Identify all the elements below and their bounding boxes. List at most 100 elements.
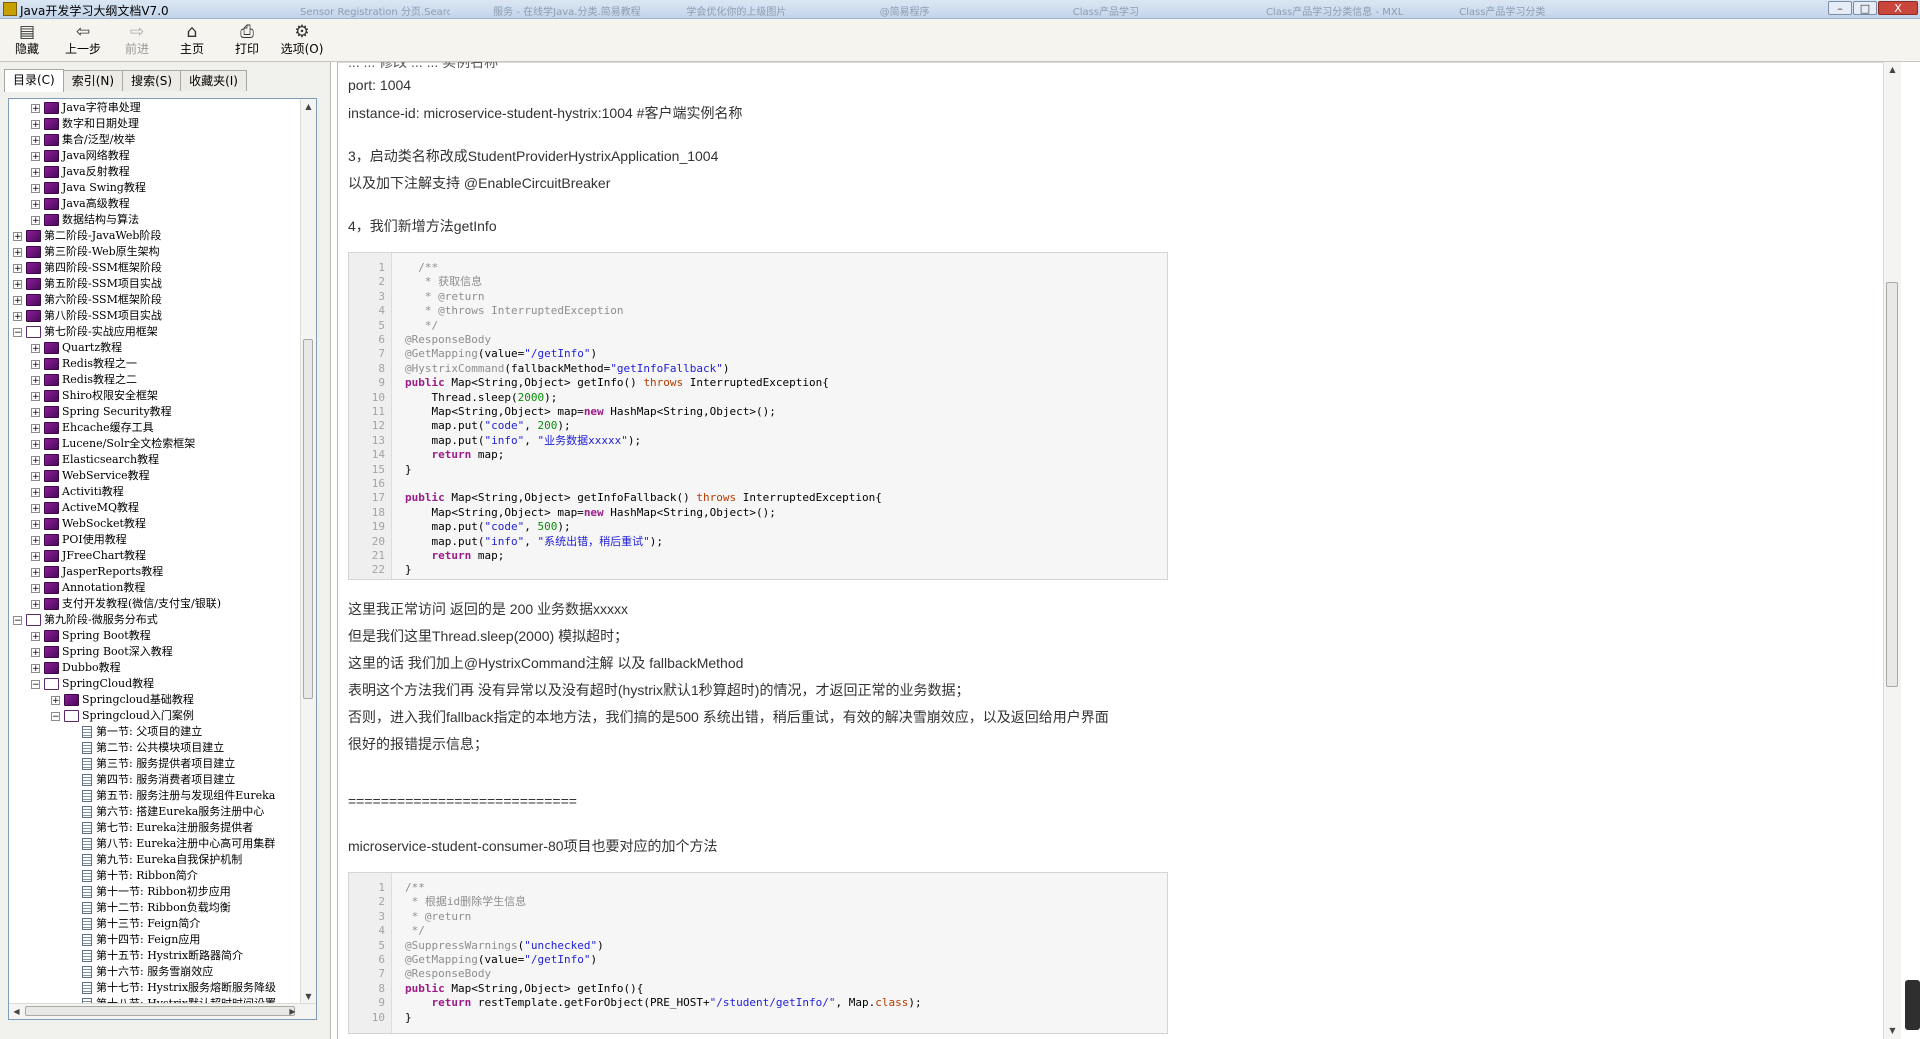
tree-item[interactable]: + Springcloud基础教程 bbox=[51, 692, 194, 708]
scroll-up-icon[interactable]: ▲ bbox=[301, 99, 316, 114]
tree-item[interactable]: − Springcloud入门案例 bbox=[51, 708, 194, 724]
scroll-up-icon[interactable]: ▲ bbox=[1884, 62, 1901, 78]
expand-icon[interactable]: + bbox=[31, 215, 40, 225]
expand-icon[interactable]: + bbox=[31, 551, 40, 561]
collapse-icon[interactable]: − bbox=[31, 679, 40, 689]
expand-icon[interactable]: + bbox=[13, 263, 22, 273]
tree-item[interactable]: 第九节: Eureka自我保护机制 bbox=[69, 852, 242, 868]
expand-icon[interactable]: + bbox=[31, 471, 40, 481]
expand-icon[interactable]: + bbox=[31, 167, 40, 177]
expand-icon[interactable]: + bbox=[31, 423, 40, 433]
tree-item[interactable]: + 第四阶段-SSM框架阶段 bbox=[13, 260, 162, 276]
tab-search[interactable]: 搜索(S) bbox=[122, 70, 182, 91]
tree-item[interactable]: + POI使用教程 bbox=[31, 532, 127, 548]
tree-item[interactable]: + Spring Security教程 bbox=[31, 404, 172, 420]
tree-item[interactable]: + Java Swing教程 bbox=[31, 180, 146, 196]
forward-button[interactable]: ⇨ 前进 bbox=[112, 22, 162, 59]
expand-icon[interactable]: + bbox=[31, 567, 40, 577]
expand-icon[interactable]: + bbox=[51, 695, 60, 705]
tree-item[interactable]: 第十三节: Feign简介 bbox=[69, 916, 200, 932]
expand-icon[interactable]: + bbox=[31, 151, 40, 161]
tree-vertical-scrollbar[interactable]: ▲ ▼ bbox=[300, 99, 316, 1004]
tree-item[interactable]: + Redis教程之一 bbox=[31, 356, 137, 372]
expand-icon[interactable]: + bbox=[31, 103, 40, 113]
tab-index[interactable]: 索引(N) bbox=[62, 70, 124, 91]
expand-icon[interactable]: + bbox=[31, 535, 40, 545]
expand-icon[interactable]: + bbox=[31, 343, 40, 353]
expand-icon[interactable]: + bbox=[31, 583, 40, 593]
tree-item[interactable]: + Quartz教程 bbox=[31, 340, 122, 356]
tree-item[interactable]: + ActiveMQ教程 bbox=[31, 500, 139, 516]
minimize-button[interactable]: – bbox=[1828, 1, 1852, 15]
scroll-right-icon[interactable]: ▶ bbox=[285, 1004, 300, 1019]
expand-icon[interactable]: + bbox=[31, 199, 40, 209]
tree-item[interactable]: + Java字符串处理 bbox=[31, 100, 141, 116]
expand-icon[interactable]: + bbox=[31, 647, 40, 657]
maximize-button[interactable]: □ bbox=[1853, 1, 1877, 15]
resize-grip[interactable] bbox=[1905, 980, 1920, 1030]
expand-icon[interactable]: + bbox=[31, 135, 40, 145]
print-button[interactable]: ⎙ 打印 bbox=[222, 22, 272, 59]
expand-icon[interactable]: + bbox=[31, 375, 40, 385]
collapse-icon[interactable]: − bbox=[13, 615, 22, 625]
scroll-thumb[interactable] bbox=[303, 339, 313, 699]
close-button[interactable]: X bbox=[1878, 1, 1918, 15]
tree-item[interactable]: − SpringCloud教程 bbox=[31, 676, 154, 692]
expand-icon[interactable]: + bbox=[31, 407, 40, 417]
expand-icon[interactable]: + bbox=[31, 183, 40, 193]
scroll-left-icon[interactable]: ◀ bbox=[9, 1004, 24, 1019]
tree-item[interactable]: + 第八阶段-SSM项目实战 bbox=[13, 308, 162, 324]
tree-item[interactable]: + 数字和日期处理 bbox=[31, 116, 139, 132]
content-vertical-scrollbar[interactable]: ▲ ▼ bbox=[1883, 62, 1901, 1039]
tree-item[interactable]: − 第七阶段-实战应用框架 bbox=[13, 324, 158, 340]
tree-item[interactable]: 第六节: 搭建Eureka服务注册中心 bbox=[69, 804, 264, 820]
tree-item[interactable]: 第四节: 服务消费者项目建立 bbox=[69, 772, 235, 788]
hide-button[interactable]: ▤ 隐藏 bbox=[2, 22, 52, 59]
tab-contents[interactable]: 目录(C) bbox=[4, 69, 64, 92]
tree-item[interactable]: + Java反射教程 bbox=[31, 164, 130, 180]
tree-item[interactable]: 第八节: Eureka注册中心高可用集群 bbox=[69, 836, 275, 852]
tree-item[interactable]: + Annotation教程 bbox=[31, 580, 145, 596]
tree-item[interactable]: + Spring Boot教程 bbox=[31, 628, 151, 644]
options-button[interactable]: ⚙ 选项(O) bbox=[277, 22, 327, 59]
tab-favorites[interactable]: 收藏夹(I) bbox=[180, 70, 247, 91]
tree-item[interactable]: + 支付开发教程(微信/支付宝/银联) bbox=[31, 596, 221, 612]
tree-item[interactable]: + JFreeChart教程 bbox=[31, 548, 146, 564]
expand-icon[interactable]: + bbox=[13, 311, 22, 321]
tree-item[interactable]: 第十节: Ribbon简介 bbox=[69, 868, 198, 884]
tree-item[interactable]: + Java网络教程 bbox=[31, 148, 130, 164]
tree-item[interactable]: − 第九阶段-微服务分布式 bbox=[13, 612, 158, 628]
expand-icon[interactable]: + bbox=[13, 231, 22, 241]
tree-item[interactable]: + 数据结构与算法 bbox=[31, 212, 139, 228]
tree-item[interactable]: 第十六节: 服务雪崩效应 bbox=[69, 964, 213, 980]
expand-icon[interactable]: + bbox=[13, 295, 22, 305]
tree-item[interactable]: + Spring Boot深入教程 bbox=[31, 644, 173, 660]
scroll-thumb[interactable] bbox=[25, 1006, 295, 1016]
expand-icon[interactable]: + bbox=[31, 503, 40, 513]
tree-item[interactable]: + 第六阶段-SSM框架阶段 bbox=[13, 292, 162, 308]
tree-item[interactable]: + Elasticsearch教程 bbox=[31, 452, 159, 468]
scroll-down-icon[interactable]: ▼ bbox=[1884, 1023, 1901, 1039]
expand-icon[interactable]: + bbox=[31, 631, 40, 641]
tree-item[interactable]: + Ehcache缓存工具 bbox=[31, 420, 154, 436]
tree-item[interactable]: + WebService教程 bbox=[31, 468, 150, 484]
expand-icon[interactable]: + bbox=[31, 119, 40, 129]
expand-icon[interactable]: + bbox=[31, 663, 40, 673]
expand-icon[interactable]: + bbox=[31, 487, 40, 497]
expand-icon[interactable]: + bbox=[31, 599, 40, 609]
tree-item[interactable]: + Redis教程之二 bbox=[31, 372, 137, 388]
tree-item[interactable]: 第十二节: Ribbon负载均衡 bbox=[69, 900, 231, 916]
scroll-thumb[interactable] bbox=[1886, 282, 1898, 687]
expand-icon[interactable]: + bbox=[31, 439, 40, 449]
collapse-icon[interactable]: − bbox=[13, 327, 22, 337]
tree-item[interactable]: + 第五阶段-SSM项目实战 bbox=[13, 276, 162, 292]
tree-item[interactable]: 第七节: Eureka注册服务提供者 bbox=[69, 820, 253, 836]
tree-item[interactable]: 第十七节: Hystrix服务熔断服务降级 bbox=[69, 980, 276, 996]
tree-item[interactable]: 第三节: 服务提供者项目建立 bbox=[69, 756, 235, 772]
expand-icon[interactable]: + bbox=[31, 359, 40, 369]
collapse-icon[interactable]: − bbox=[51, 711, 60, 721]
tree-item[interactable]: 第二节: 公共模块项目建立 bbox=[69, 740, 224, 756]
home-button[interactable]: ⌂ 主页 bbox=[167, 22, 217, 59]
tree-item[interactable]: 第一节: 父项目的建立 bbox=[69, 724, 202, 740]
scroll-down-icon[interactable]: ▼ bbox=[301, 989, 316, 1004]
